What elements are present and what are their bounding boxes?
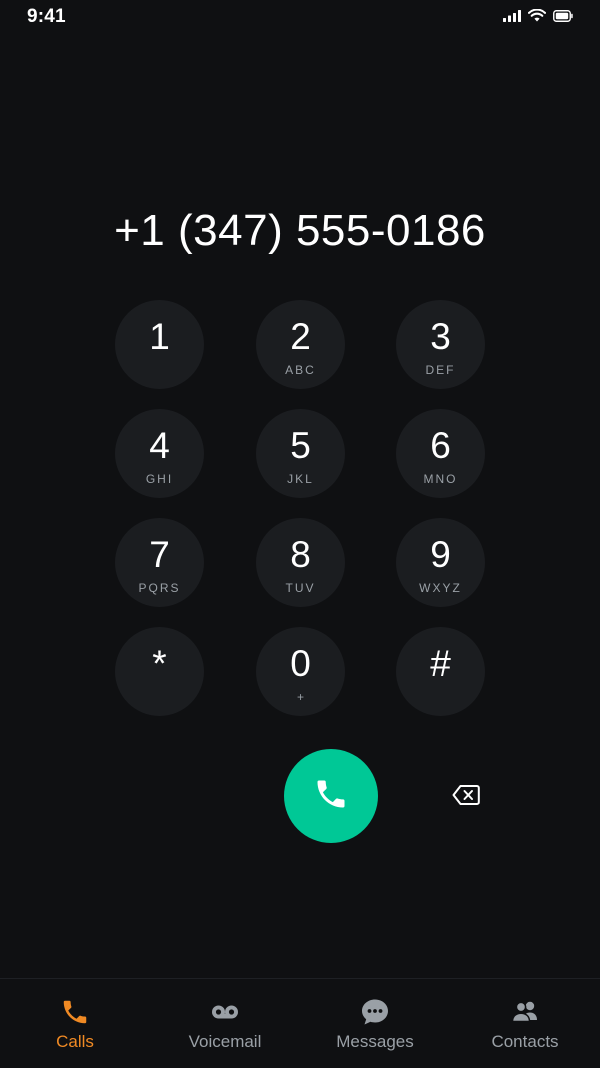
key-4[interactable]: 4 GHI [115,409,204,498]
tab-bar: Calls Voicemail Messages Contacts [0,978,600,1068]
tab-voicemail[interactable]: Voicemail [150,979,300,1068]
key-3[interactable]: 3 DEF [396,300,485,389]
key-digit: * [152,643,167,684]
key-letters: ABC [285,363,316,377]
key-letters: GHI [145,472,174,486]
key-digit: 8 [290,534,311,575]
key-9[interactable]: 9 WXYZ [396,518,485,607]
call-button[interactable] [284,749,378,843]
phone-icon [313,776,349,817]
tab-calls[interactable]: Calls [0,979,150,1068]
key-digit: 1 [149,316,170,357]
people-icon [450,997,600,1027]
status-icons [503,9,573,22]
key-letters: MNO [423,472,458,486]
key-digit: 0 [290,643,311,684]
dialed-number: +1 (347) 555-0186 [114,206,486,255]
key-6[interactable]: 6 MNO [396,409,485,498]
key-hash[interactable]: # [396,627,485,716]
key-digit: 2 [290,316,311,357]
chat-bubble-icon [300,997,450,1027]
tab-messages[interactable]: Messages [300,979,450,1068]
backspace-icon [452,784,480,811]
key-letters: JKL [287,472,314,486]
key-2[interactable]: 2 ABC [256,300,345,389]
key-digit: 4 [149,425,170,466]
key-1[interactable]: 1 [115,300,204,389]
key-digit: 9 [430,534,451,575]
key-letters: TUV [285,581,316,595]
key-digit: 3 [430,316,451,357]
battery-icon [553,9,573,22]
key-star[interactable]: * [115,627,204,716]
status-bar: 9:41 [0,0,600,34]
key-7[interactable]: 7 PQRS [115,518,204,607]
tab-contacts[interactable]: Contacts [450,979,600,1068]
tab-label: Calls [56,1032,94,1051]
key-letters: DEF [425,363,456,377]
key-digit: 5 [290,425,311,466]
key-5[interactable]: 5 JKL [256,409,345,498]
tab-label: Voicemail [188,1032,262,1051]
tab-label: Contacts [491,1032,559,1051]
key-8[interactable]: 8 TUV [256,518,345,607]
tab-label: Messages [336,1032,414,1051]
status-time: 9:41 [27,6,66,27]
wifi-icon [528,9,546,22]
key-digit: 7 [149,534,170,575]
key-letters: WXYZ [419,581,462,595]
voicemail-icon [150,997,300,1027]
key-digit: # [430,643,451,684]
key-digit: 6 [430,425,451,466]
backspace-button[interactable] [446,780,486,814]
key-0[interactable]: 0 + [256,627,345,716]
key-letters: + [296,690,304,704]
signal-icon [503,9,521,22]
key-letters: PQRS [138,581,181,595]
phone-icon [0,997,150,1027]
